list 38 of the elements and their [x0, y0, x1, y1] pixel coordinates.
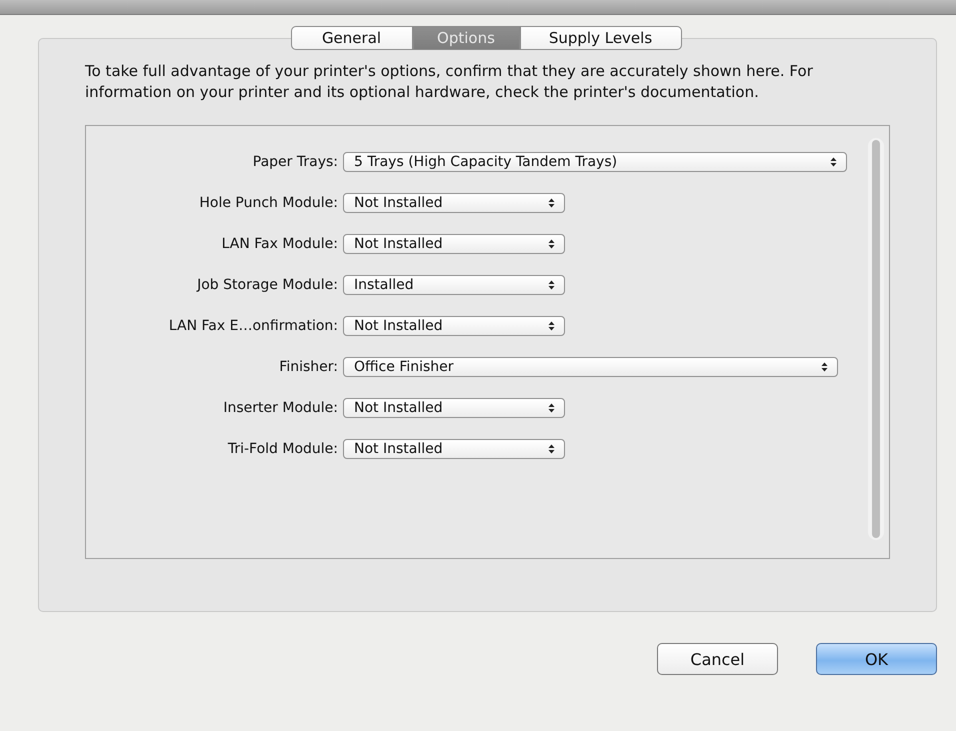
option-popup[interactable]: Not Installed	[343, 439, 565, 459]
cancel-button[interactable]: Cancel	[657, 643, 778, 675]
popup-value: Not Installed	[354, 236, 443, 252]
option-label: Inserter Module:	[222, 400, 339, 416]
option-popup[interactable]: Office Finisher	[343, 357, 838, 377]
updown-arrows-icon	[548, 321, 555, 331]
popup-value: Not Installed	[354, 195, 443, 211]
updown-arrows-icon	[548, 239, 555, 249]
tab[interactable]: General	[290, 26, 412, 50]
ok-button[interactable]: OK	[816, 643, 937, 675]
popup-value: Not Installed	[354, 318, 443, 334]
popup-value: 5 Trays (High Capacity Tandem Trays)	[354, 154, 618, 170]
updown-arrows-icon	[548, 403, 555, 413]
tab[interactable]: Supply Levels	[520, 26, 682, 50]
description-text: To take full advantage of your printer's options, confirm that they are accurately shown here. For information on your printer and its optional hardware, check the printer's documentation.	[85, 61, 814, 103]
updown-arrows-icon	[821, 362, 828, 372]
option-popup[interactable]: Not Installed	[343, 316, 565, 336]
option-label: Finisher:	[278, 359, 339, 375]
option-label: Tri-Fold Module:	[226, 441, 339, 457]
option-popup[interactable]: 5 Trays (High Capacity Tandem Trays)	[343, 152, 847, 172]
option-popup[interactable]: Not Installed	[343, 193, 565, 213]
option-label: Hole Punch Module:	[198, 195, 339, 211]
option-label: LAN Fax Module:	[220, 236, 339, 252]
updown-arrows-icon	[548, 280, 555, 290]
updown-arrows-icon	[548, 444, 555, 454]
option-popup[interactable]: Not Installed	[343, 398, 565, 418]
popup-value: Not Installed	[354, 400, 443, 416]
popup-value: Installed	[354, 277, 414, 293]
option-label: Job Storage Module:	[195, 277, 339, 293]
scrollbar[interactable]	[868, 138, 884, 540]
option-label: Paper Trays:	[252, 154, 339, 170]
updown-arrows-icon	[548, 198, 555, 208]
option-popup[interactable]: Not Installed	[343, 234, 565, 254]
option-label: LAN Fax E…onfirmation:	[168, 318, 339, 334]
updown-arrows-icon	[830, 157, 837, 167]
popup-value: Not Installed	[354, 441, 443, 457]
option-popup[interactable]: Installed	[343, 275, 565, 295]
popup-value: Office Finisher	[354, 359, 454, 375]
